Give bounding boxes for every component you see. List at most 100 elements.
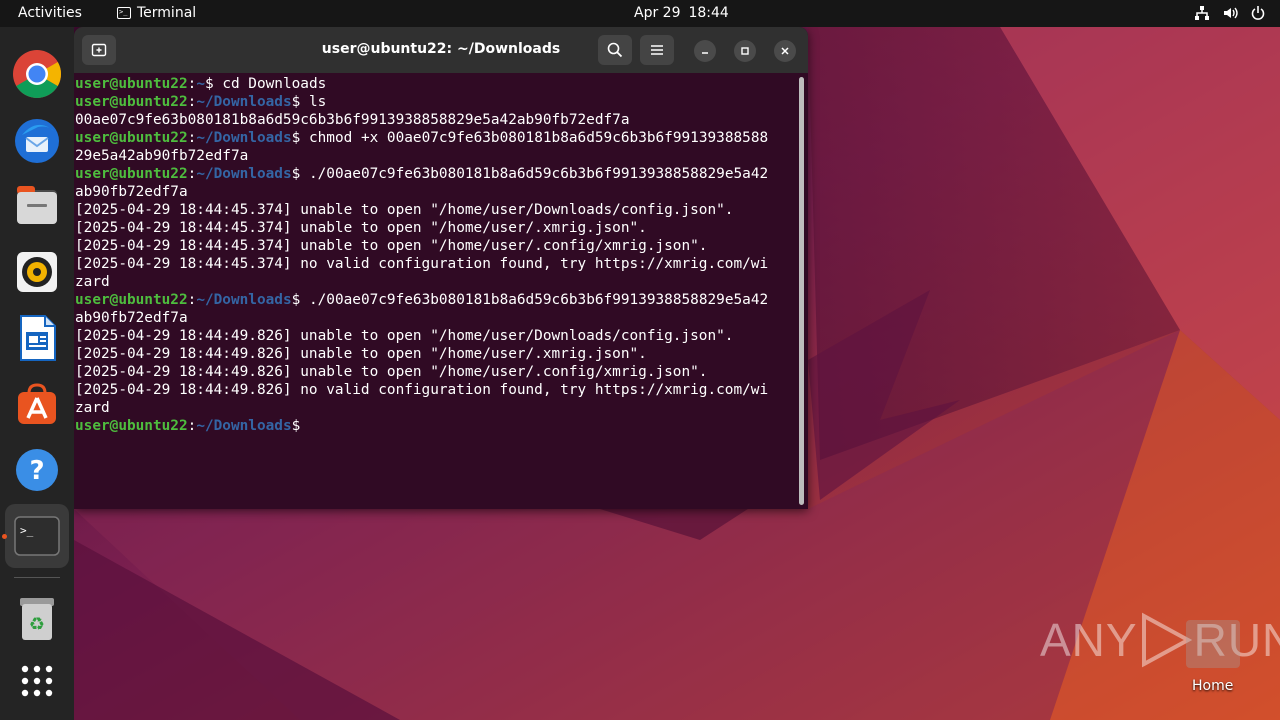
minimize-button[interactable] [694, 40, 716, 62]
prompt-user-host: user@ubuntu22 [75, 130, 188, 146]
terminal-output-line: [2025-04-29 18:44:45.374] no valid confi… [75, 256, 769, 272]
prompt-user-host: user@ubuntu22 [75, 166, 188, 182]
terminal-output-line: [2025-04-29 18:44:45.374] unable to open… [75, 220, 647, 236]
terminal-prompt-line: user@ubuntu22:~/Downloads$ ./00ae07c9fe6… [75, 291, 795, 309]
dock-trash[interactable]: ♻ [5, 587, 69, 651]
terminal-output-line: zard [75, 400, 110, 416]
play-triangle-icon [1141, 612, 1192, 668]
dock-show-apps[interactable] [5, 649, 69, 713]
dock-files[interactable] [5, 174, 69, 238]
terminal-prompt-line: user@ubuntu22:~/Downloads$ [75, 417, 795, 435]
prompt-colon: : [187, 76, 197, 92]
prompt-path: ~/Downloads [196, 94, 292, 110]
scrollbar[interactable] [799, 77, 804, 505]
terminal-output-line: 29e5a42ab90fb72edf7a [75, 148, 249, 164]
power-icon [1251, 6, 1265, 20]
top-bar: Activities >_ Terminal Apr 29 18:44 [0, 0, 1280, 27]
home-folder-icon[interactable] [1186, 620, 1240, 668]
terminal-output-line: [2025-04-29 18:44:49.826] unable to open… [75, 328, 734, 344]
menu-button[interactable] [640, 35, 674, 65]
dock-app-center[interactable] [5, 372, 69, 436]
chrome-icon [13, 50, 62, 98]
prompt-dollar: $ [204, 76, 214, 92]
thunderbird-icon [15, 119, 59, 163]
help-icon: ? [16, 449, 58, 491]
terminal-output-line: ab90fb72edf7a [75, 184, 188, 200]
app-center-icon [18, 383, 56, 424]
hamburger-menu-icon [651, 45, 663, 55]
prompt-dollar: $ [291, 418, 301, 434]
new-tab-icon [91, 43, 107, 57]
clock-date: Apr 29 [634, 5, 681, 21]
anyrun-watermark: ANY RUN [1040, 612, 1280, 668]
dock-rhythmbox[interactable] [5, 240, 69, 304]
prompt-dollar: $ [291, 130, 301, 146]
prompt-path: ~/Downloads [196, 166, 292, 182]
prompt-user-host: user@ubuntu22 [75, 94, 188, 110]
prompt-path: ~/Downloads [196, 130, 292, 146]
dock-help[interactable]: ? [5, 438, 69, 502]
terminal-prompt-line: user@ubuntu22:~/Downloads$ ls [75, 93, 795, 111]
terminal-output[interactable]: user@ubuntu22:~$ cd Downloads user@ubuntu… [75, 75, 795, 509]
dock-chrome[interactable] [5, 42, 69, 106]
watermark-text: ANY RUN [1040, 612, 1280, 668]
prompt-command: ./00ae07c9fe63b080181b8a6d59c6b3b6f99139… [300, 292, 769, 308]
maximize-icon [741, 47, 749, 55]
clock-time: 18:44 [688, 5, 729, 21]
svg-text:>_: >_ [20, 524, 34, 537]
terminal-app-icon: >_ [117, 7, 131, 19]
prompt-colon: : [187, 292, 197, 308]
svg-text:?: ? [29, 456, 44, 486]
trash-icon: ♻ [20, 598, 54, 640]
window-titlebar[interactable]: user@ubuntu22: ~/Downloads [74, 27, 808, 73]
search-icon [607, 42, 623, 58]
dock-separator [14, 577, 60, 578]
clock[interactable]: Apr 29 18:44 [634, 5, 737, 21]
dock-writer[interactable] [5, 306, 69, 370]
prompt-command: chmod +x 00ae07c9fe63b080181b8a6d59c6b3b… [300, 130, 769, 146]
new-tab-button[interactable] [82, 35, 116, 65]
terminal-prompt-line: user@ubuntu22:~/Downloads$ ./00ae07c9fe6… [75, 165, 795, 183]
prompt-path: ~ [196, 76, 205, 92]
prompt-user-host: user@ubuntu22 [75, 292, 188, 308]
prompt-colon: : [187, 418, 197, 434]
system-tray[interactable] [1194, 5, 1266, 21]
terminal-output-line: [2025-04-29 18:44:49.826] unable to open… [75, 364, 708, 380]
prompt-dollar: $ [291, 94, 301, 110]
volume-icon [1224, 7, 1238, 19]
svg-text:♻: ♻ [29, 614, 45, 635]
rhythmbox-icon [17, 252, 57, 292]
prompt-path: ~/Downloads [196, 292, 292, 308]
dock-terminal[interactable]: >_ [5, 504, 69, 568]
search-button[interactable] [598, 35, 632, 65]
maximize-button[interactable] [734, 40, 756, 62]
minimize-icon [702, 52, 708, 54]
prompt-colon: : [187, 130, 197, 146]
running-indicator [2, 534, 7, 539]
app-menu[interactable]: >_ Terminal [117, 5, 196, 21]
terminal-output-line: zard [75, 274, 110, 290]
terminal-prompt-line: user@ubuntu22:~/Downloads$ chmod +x 00ae… [75, 129, 795, 147]
prompt-dollar: $ [291, 166, 301, 182]
home-folder-label: Home [1192, 678, 1234, 694]
prompt-command: cd Downloads [213, 76, 327, 92]
prompt-dollar: $ [291, 292, 301, 308]
prompt-command: ./00ae07c9fe63b080181b8a6d59c6b3b6f99139… [300, 166, 769, 182]
terminal-output-line: [2025-04-29 18:44:45.374] unable to open… [75, 202, 734, 218]
terminal-output-line: ab90fb72edf7a [75, 310, 188, 326]
prompt-colon: : [187, 94, 197, 110]
prompt-colon: : [187, 166, 197, 182]
activities-button[interactable]: Activities [18, 5, 82, 21]
terminal-window[interactable]: user@ubuntu22: ~/Downloads user@ubuntu22… [74, 27, 808, 509]
dock: ? >_ ♻ [0, 27, 74, 720]
prompt-path: ~/Downloads [196, 418, 292, 434]
terminal-prompt-line: user@ubuntu22:~$ cd Downloads [75, 75, 795, 93]
prompt-user-host: user@ubuntu22 [75, 76, 188, 92]
network-icon [1195, 6, 1209, 20]
app-menu-label: Terminal [137, 5, 197, 21]
close-button[interactable] [774, 40, 796, 62]
terminal-icon: >_ [14, 516, 60, 556]
terminal-output-line: [2025-04-29 18:44:49.826] no valid confi… [75, 382, 769, 398]
terminal-output-line: [2025-04-29 18:44:45.374] unable to open… [75, 238, 708, 254]
dock-thunderbird[interactable] [5, 108, 69, 172]
